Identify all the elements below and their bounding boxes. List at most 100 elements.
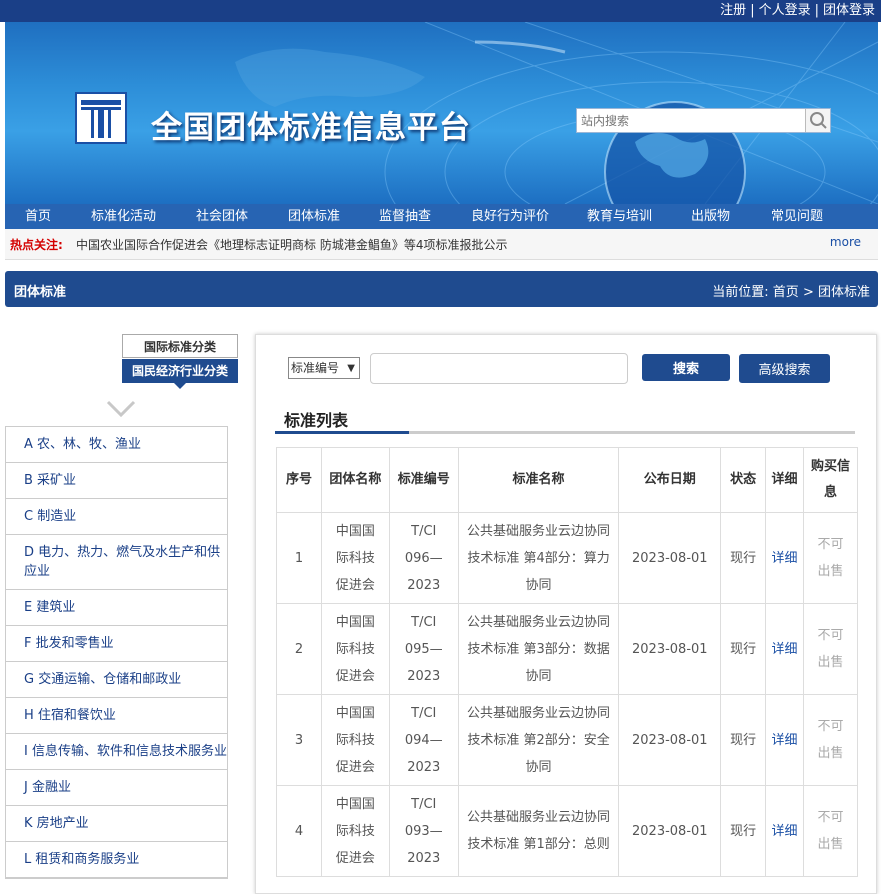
header-banner: 全国团体标准信息平台 (5, 22, 878, 204)
register-link[interactable]: 注册 (720, 3, 746, 18)
standards-table: 序号 团体名称 标准编号 标准名称 公布日期 状态 详细 购买信息 1 中国国际… (276, 447, 858, 877)
nav-publications[interactable]: 出版物 (691, 204, 730, 229)
cell-code: T/CI 096—2023 (388, 512, 459, 604)
search-icon[interactable] (805, 109, 830, 132)
hot-topics-label: 热点关注: (10, 238, 63, 252)
chevron-down-icon (106, 400, 136, 418)
cell-code: T/CI 095—2023 (388, 603, 459, 695)
cell-date: 2023-08-01 (618, 603, 722, 695)
detail-link[interactable]: 详细 (765, 694, 805, 786)
nav-supervision[interactable]: 监督抽查 (379, 204, 431, 229)
cell-status: 现行 (720, 785, 767, 877)
site-search (576, 108, 831, 133)
cell-date: 2023-08-01 (618, 785, 722, 877)
tab-national-economy-classification[interactable]: 国民经济行业分类 (122, 359, 238, 389)
nav-home[interactable]: 首页 (25, 204, 51, 229)
advanced-search-button[interactable]: 高级搜索 (739, 354, 830, 383)
cell-org: 中国国际科技促进会 (320, 694, 390, 786)
section-header: 团体标准 当前位置: 首页 > 团体标准 (5, 271, 878, 307)
classification-tabs: 国际标准分类 国民经济行业分类 (122, 334, 238, 389)
detail-link[interactable]: 详细 (765, 512, 805, 604)
breadcrumb-home[interactable]: 首页 (773, 285, 799, 300)
cell-buy: 不可出售 (803, 785, 858, 877)
table-row: 4 中国国际科技促进会 T/CI 093—2023 公共基础服务业云边协同技术标… (276, 785, 858, 877)
nav-group-standards[interactable]: 团体标准 (288, 204, 340, 229)
search-field-value: 标准编号 (291, 361, 340, 375)
col-header-date: 公布日期 (618, 447, 722, 513)
col-header-status: 状态 (720, 447, 767, 513)
cell-no: 3 (276, 694, 322, 786)
category-item[interactable]: E 建筑业 (6, 590, 227, 626)
top-bar: 注册 | 个人登录 | 团体登录 (0, 0, 881, 22)
nav-good-behavior[interactable]: 良好行为评价 (471, 204, 549, 229)
cell-date: 2023-08-01 (618, 694, 722, 786)
chevron-down-icon: ▼ (347, 363, 355, 374)
list-title-underline (275, 431, 855, 434)
search-field-select[interactable]: 标准编号 ▼ (288, 357, 360, 379)
nav-faq[interactable]: 常见问题 (771, 204, 823, 229)
standard-search-input[interactable] (370, 353, 628, 384)
separator: | (750, 3, 755, 18)
category-item[interactable]: L 租赁和商务服务业 (6, 842, 227, 878)
category-item[interactable]: G 交通运输、仓储和邮政业 (6, 662, 227, 698)
cell-status: 现行 (720, 603, 767, 695)
section-title: 团体标准 (14, 285, 67, 300)
main-nav: 首页 标准化活动 社会团体 团体标准 监督抽查 良好行为评价 教育与培训 出版物… (5, 204, 878, 229)
detail-link[interactable]: 详细 (765, 785, 805, 877)
breadcrumb: 当前位置: 首页 > 团体标准 (712, 281, 870, 300)
tab-international-classification[interactable]: 国际标准分类 (122, 334, 238, 358)
cell-name: 公共基础服务业云边协同技术标准 第4部分：算力协同 (457, 512, 620, 604)
table-header-row: 序号 团体名称 标准编号 标准名称 公布日期 状态 详细 购买信息 (276, 447, 858, 513)
category-item[interactable]: B 采矿业 (6, 463, 227, 499)
breadcrumb-prefix: 当前位置: (712, 285, 769, 300)
col-header-buy: 购买信息 (803, 447, 858, 513)
cell-no: 1 (276, 512, 322, 604)
col-header-detail: 详细 (765, 447, 805, 513)
category-item[interactable]: I 信息传输、软件和信息技术服务业 (6, 734, 227, 770)
category-item[interactable]: H 住宿和餐饮业 (6, 698, 227, 734)
personal-login-link[interactable]: 个人登录 (759, 3, 811, 18)
cell-buy: 不可出售 (803, 603, 858, 695)
cell-date: 2023-08-01 (618, 512, 722, 604)
cell-status: 现行 (720, 512, 767, 604)
breadcrumb-current[interactable]: 团体标准 (818, 285, 870, 300)
group-login-link[interactable]: 团体登录 (823, 3, 875, 18)
nav-standardization-activities[interactable]: 标准化活动 (91, 204, 156, 229)
category-item[interactable]: D 电力、热力、燃气及水生产和供应业 (6, 535, 227, 590)
category-item[interactable]: C 制造业 (6, 499, 227, 535)
cell-no: 2 (276, 603, 322, 695)
site-title: 全国团体标准信息平台 (151, 110, 471, 146)
cell-status: 现行 (720, 694, 767, 786)
underline-accent (275, 431, 409, 434)
table-row: 3 中国国际科技促进会 T/CI 094—2023 公共基础服务业云边协同技术标… (276, 694, 858, 786)
cell-name: 公共基础服务业云边协同技术标准 第1部分：总则 (457, 785, 620, 877)
search-button[interactable]: 搜索 (642, 354, 730, 381)
category-item[interactable]: A 农、林、牧、渔业 (6, 427, 227, 463)
cell-org: 中国国际科技促进会 (320, 603, 390, 695)
cell-no: 4 (276, 785, 322, 877)
more-link[interactable]: more (830, 235, 861, 249)
nav-social-groups[interactable]: 社会团体 (196, 204, 248, 229)
standards-panel: 标准编号 ▼ 搜索 高级搜索 标准列表 序号 团体名称 标准编号 标准名称 公布日… (255, 334, 877, 894)
cell-org: 中国国际科技促进会 (320, 785, 390, 877)
category-item[interactable]: K 房地产业 (6, 806, 227, 842)
col-header-name: 标准名称 (457, 447, 620, 513)
cell-code: T/CI 094—2023 (388, 694, 459, 786)
hot-topic-link[interactable]: 中国农业国际合作促进会《地理标志证明商标 防城港金鲳鱼》等4项标准报批公示 (76, 236, 507, 253)
category-list: A 农、林、牧、渔业 B 采矿业 C 制造业 D 电力、热力、燃气及水生产和供应… (5, 426, 228, 879)
active-tab-arrow (174, 383, 186, 389)
cell-name: 公共基础服务业云边协同技术标准 第2部分：安全协同 (457, 694, 620, 786)
cell-buy: 不可出售 (803, 512, 858, 604)
category-item[interactable]: F 批发和零售业 (6, 626, 227, 662)
cell-code: T/CI 093—2023 (388, 785, 459, 877)
table-row: 1 中国国际科技促进会 T/CI 096—2023 公共基础服务业云边协同技术标… (276, 512, 858, 604)
site-search-input[interactable] (577, 109, 805, 132)
detail-link[interactable]: 详细 (765, 603, 805, 695)
platform-logo (75, 92, 127, 144)
category-item[interactable]: J 金融业 (6, 770, 227, 806)
col-header-code: 标准编号 (388, 447, 459, 513)
col-header-org: 团体名称 (320, 447, 390, 513)
col-header-no: 序号 (276, 447, 322, 513)
nav-education[interactable]: 教育与培训 (587, 204, 652, 229)
cell-org: 中国国际科技促进会 (320, 512, 390, 604)
